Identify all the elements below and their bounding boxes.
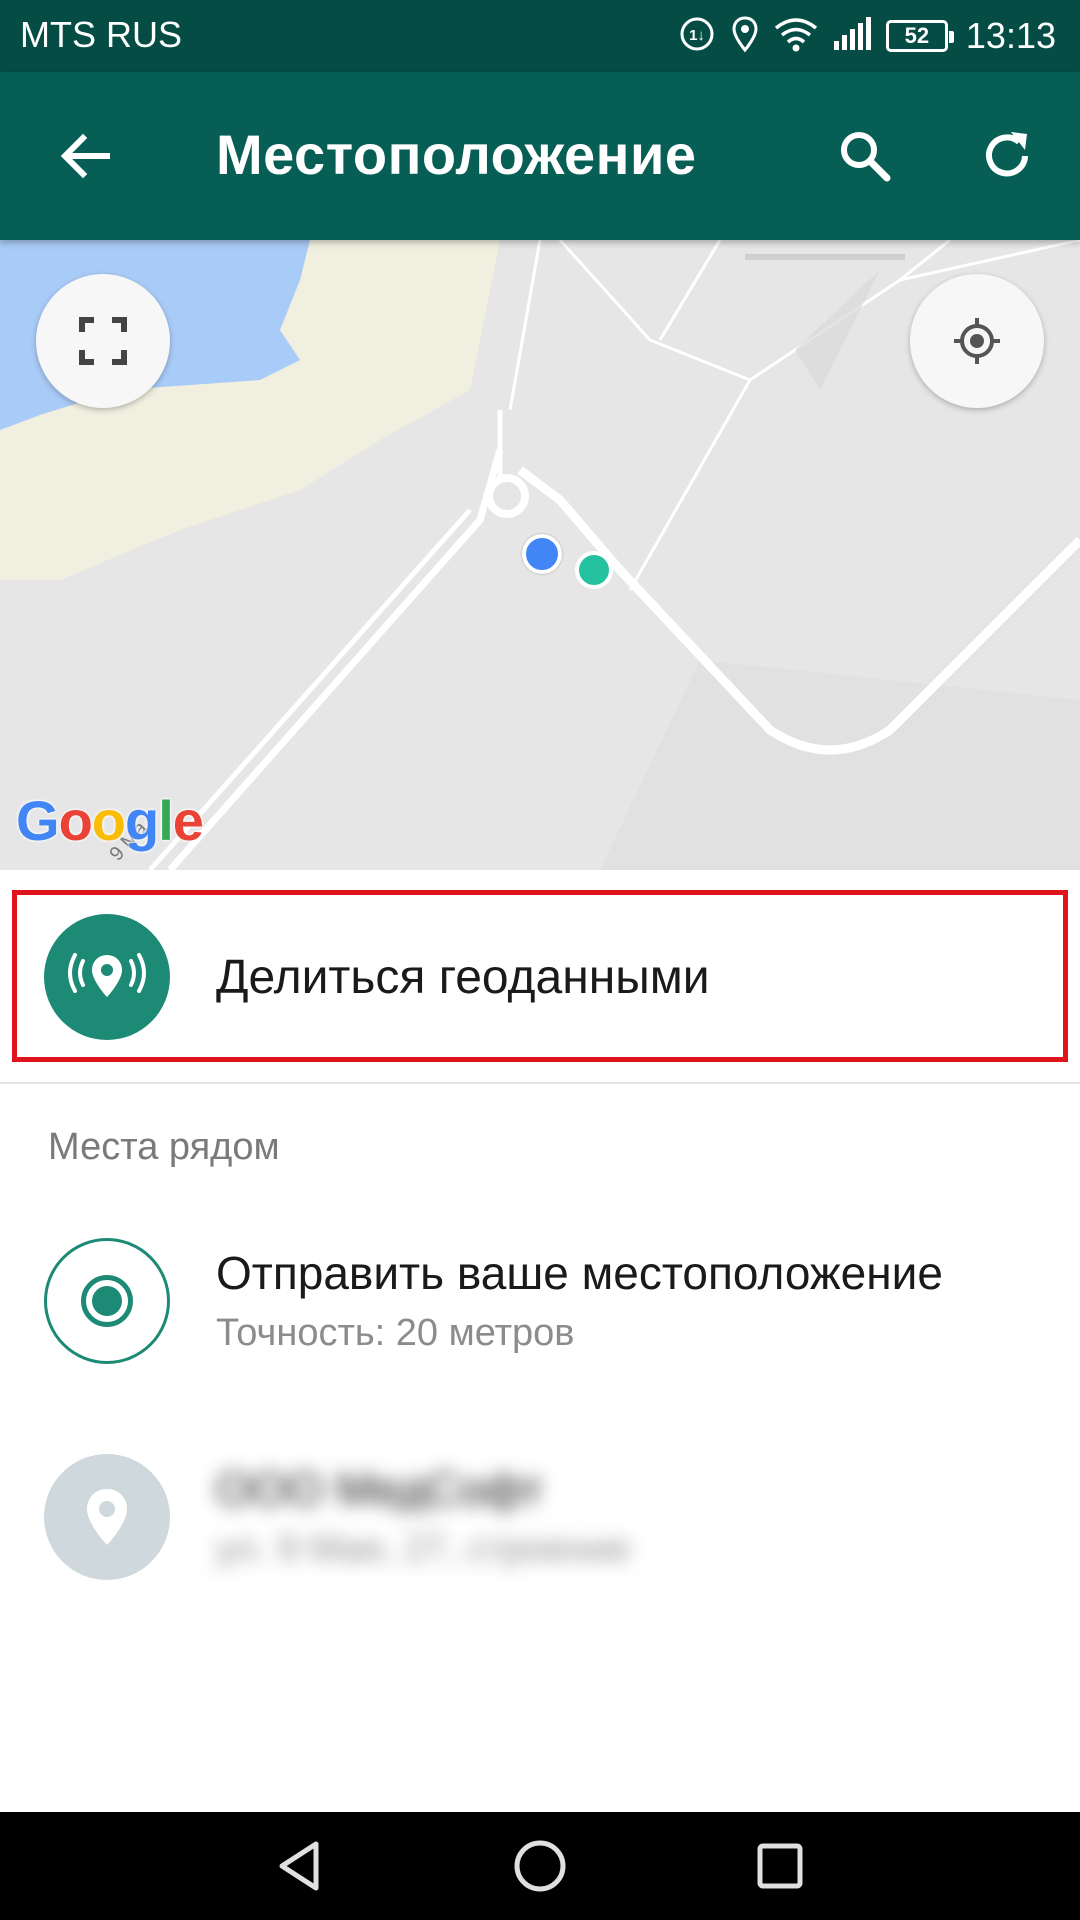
live-location-icon	[44, 914, 170, 1040]
back-button[interactable]	[40, 116, 130, 196]
my-location-button[interactable]	[910, 274, 1044, 408]
my-location-dot	[522, 534, 562, 574]
crosshair-icon	[954, 318, 1000, 364]
nav-back-button[interactable]	[240, 1826, 360, 1906]
nav-home-button[interactable]	[480, 1826, 600, 1906]
google-logo: Google	[16, 789, 204, 852]
square-recents-icon	[757, 1843, 803, 1889]
triangle-back-icon	[279, 1841, 319, 1891]
battery-level: 52	[904, 23, 930, 48]
refresh-icon	[986, 132, 1028, 177]
share-live-location-label: Делиться геоданными	[216, 951, 710, 1004]
map-view[interactable]: 9 Ма Google	[0, 240, 1080, 870]
share-live-location-row[interactable]: Делиться геоданными	[0, 870, 1080, 1084]
arrow-left-icon	[60, 133, 110, 179]
nearby-place-item[interactable]: ООО МедСофт ул. 9 Мая, 27, строение	[0, 1416, 1080, 1616]
send-location-title: Отправить ваше местоположение	[216, 1247, 943, 1299]
wifi-icon	[774, 16, 818, 57]
divider	[0, 1082, 1080, 1084]
send-location-accuracy: Точность: 20 метров	[216, 1312, 575, 1354]
fullscreen-icon	[79, 317, 127, 365]
carrier-name: MTS RUS	[20, 14, 182, 55]
svg-text:1↓: 1↓	[689, 27, 705, 44]
current-location-icon	[44, 1238, 170, 1364]
search-icon	[841, 132, 891, 182]
fullscreen-button[interactable]	[36, 274, 170, 408]
selected-location-dot	[575, 551, 613, 589]
clock: 13:13	[965, 15, 1056, 56]
app-bar: Местоположение	[0, 72, 1080, 240]
circle-home-icon	[514, 1840, 566, 1892]
place-pin-icon	[44, 1454, 170, 1580]
status-bar: MTS RUS 1↓ 52 13:13	[0, 0, 1080, 72]
page-title: Местоположение	[216, 123, 697, 186]
send-current-location-item[interactable]: Отправить ваше местоположение Точность: …	[0, 1200, 1080, 1400]
location-icon	[730, 15, 760, 58]
battery-icon: 52	[885, 20, 954, 52]
status-icons: 1↓ 52 13:13	[678, 0, 1056, 72]
place-name: ООО МедСофт	[216, 1463, 544, 1515]
refresh-button[interactable]	[962, 116, 1052, 196]
place-address: ул. 9 Мая, 27, строение	[216, 1528, 631, 1570]
search-button[interactable]	[820, 116, 910, 196]
data-saver-icon: 1↓	[678, 15, 716, 58]
signal-icon	[832, 16, 872, 56]
nav-recents-button[interactable]	[720, 1826, 840, 1906]
nearby-header: Места рядом	[48, 1126, 280, 1168]
system-nav-bar	[0, 1812, 1080, 1920]
